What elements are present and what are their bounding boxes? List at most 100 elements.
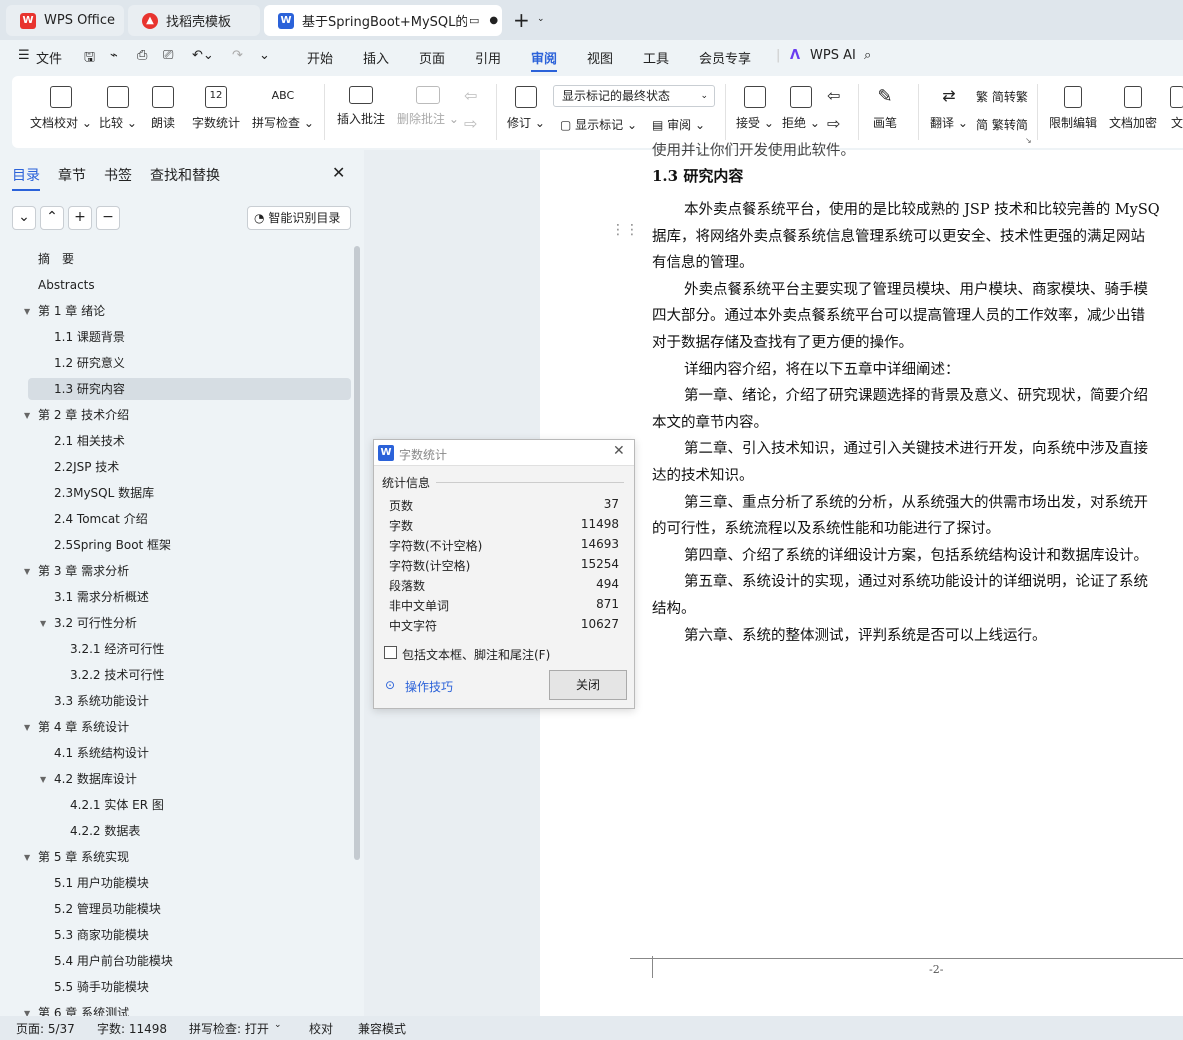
markup-mode-select[interactable]: 显示标记的最终状态 ⌄	[553, 85, 715, 107]
expand-arrow-icon[interactable]: ▼	[24, 723, 30, 732]
remove-heading-button[interactable]: −	[96, 206, 120, 230]
toc-item[interactable]: 第 5 章 系统实现	[0, 846, 350, 868]
toc-item[interactable]: 4.1 系统结构设计	[0, 742, 350, 764]
toc-item[interactable]: 2.4 Tomcat 介绍	[0, 508, 350, 530]
save-icon[interactable]: 🖫	[84, 48, 95, 70]
unsaved-dot-icon[interactable]: ●	[489, 15, 498, 26]
toc-item[interactable]: 摘 要	[0, 248, 350, 270]
drag-handle-icon[interactable]: ⋮⋮	[611, 222, 639, 238]
expand-arrow-icon[interactable]: ▼	[24, 411, 30, 420]
new-tab-icon[interactable]: +	[513, 8, 530, 32]
nav-tab-find-replace[interactable]: 查找和替换	[150, 165, 220, 185]
toc-item[interactable]: 3.2 可行性分析	[0, 612, 350, 634]
word-count-button[interactable]: 12 字数统计	[192, 86, 240, 131]
next-comment-icon[interactable]: ⇨	[464, 114, 477, 133]
toc-item[interactable]: 第 4 章 系统设计	[0, 716, 350, 738]
translate-button[interactable]: ⇄ 翻译 ⌄	[930, 86, 968, 131]
toc-item[interactable]: 5.5 骑手功能模块	[0, 976, 350, 998]
toc-item[interactable]: 5.1 用户功能模块	[0, 872, 350, 894]
expand-arrow-icon[interactable]: ▼	[40, 619, 46, 628]
show-markup-button[interactable]: ▢ 显示标记 ⌄	[560, 116, 637, 133]
next-change-icon[interactable]: ⇨	[827, 114, 840, 133]
close-button[interactable]: 关闭	[549, 670, 627, 700]
toc-scrollbar[interactable]	[354, 246, 360, 860]
status-page[interactable]: 页面: 5/37	[16, 1020, 75, 1037]
add-heading-button[interactable]: +	[68, 206, 92, 230]
dialog-titlebar[interactable]: W 字数统计 ✕	[374, 440, 634, 466]
status-proof[interactable]: 校对	[309, 1020, 333, 1037]
reject-button[interactable]: 拒绝 ⌄	[782, 86, 820, 131]
quick-access-more-icon[interactable]: ⌄	[259, 48, 270, 63]
expand-up-button[interactable]: ⌃	[40, 206, 64, 230]
spell-check-button[interactable]: ABC 拼写检查 ⌄	[252, 86, 314, 131]
menu-reference[interactable]: 引用	[475, 48, 501, 67]
tab-wps-office[interactable]: W WPS Office	[6, 5, 124, 36]
print-icon[interactable]: ⎙	[137, 48, 147, 63]
toc-item[interactable]: 3.3 系统功能设计	[0, 690, 350, 712]
expand-arrow-icon[interactable]: ▼	[24, 567, 30, 576]
dialog-launcher-icon[interactable]: ↘	[1025, 136, 1032, 145]
toc-item[interactable]: 4.2 数据库设计	[0, 768, 350, 790]
close-icon[interactable]: ✕	[613, 443, 625, 459]
menu-insert[interactable]: 插入	[363, 48, 389, 67]
expand-arrow-icon[interactable]: ▼	[40, 775, 46, 784]
review-pane-button[interactable]: ▤ 审阅 ⌄	[652, 116, 705, 133]
toc-item[interactable]: 5.4 用户前台功能模块	[0, 950, 350, 972]
link-icon[interactable]: ⌁	[110, 48, 118, 63]
toc-item[interactable]: 1.3 研究内容	[28, 378, 351, 400]
menu-view[interactable]: 视图	[587, 48, 613, 67]
tips-link[interactable]: 操作技巧	[405, 678, 453, 695]
toc-item[interactable]: 3.2.1 经济可行性	[0, 638, 350, 660]
restrict-editing-button[interactable]: 限制编辑	[1049, 86, 1097, 131]
toc-item[interactable]: Abstracts	[0, 274, 350, 296]
toc-item[interactable]: 5.3 商家功能模块	[0, 924, 350, 946]
to-traditional-button[interactable]: 繁 简转繁	[976, 88, 1028, 105]
to-simplified-button[interactable]: 简 繁转简	[976, 116, 1028, 133]
document-page[interactable]: 使用并让你们开发使用此软件。 1.3 研究内容 本外卖点餐系统平台，使用的是比较…	[540, 143, 1183, 1016]
proofread-button[interactable]: 文档校对 ⌄	[30, 86, 92, 131]
track-changes-button[interactable]: 修订 ⌄	[507, 86, 545, 131]
pen-button[interactable]: ✎ 画笔	[873, 86, 897, 131]
menu-member[interactable]: 会员专享	[699, 48, 751, 67]
collapse-all-button[interactable]: ⌄	[12, 206, 36, 230]
more-ribbon-button[interactable]: 文	[1170, 86, 1183, 131]
chevron-down-icon[interactable]: ⌄	[537, 14, 545, 24]
menu-file[interactable]: 文件	[36, 48, 62, 67]
close-pane-icon[interactable]: ✕	[332, 163, 345, 182]
undo-icon[interactable]: ↶⌄	[192, 48, 214, 63]
toc-item[interactable]: 第 3 章 需求分析	[0, 560, 350, 582]
toc-item[interactable]: 1.2 研究意义	[0, 352, 350, 374]
toc-item[interactable]: 1.1 课题背景	[0, 326, 350, 348]
nav-tab-chapters[interactable]: 章节	[58, 165, 86, 185]
nav-tab-toc[interactable]: 目录	[12, 165, 40, 191]
insert-comment-button[interactable]: 插入批注	[337, 86, 385, 127]
toc-item[interactable]: 2.2JSP 技术	[0, 456, 350, 478]
menu-wps-ai[interactable]: WPS AI	[810, 48, 856, 63]
tab-docer[interactable]: ▲ 找稻壳模板	[128, 5, 260, 36]
include-textbox-checkbox[interactable]	[384, 646, 397, 659]
toc-item[interactable]: 4.2.2 数据表	[0, 820, 350, 842]
read-aloud-button[interactable]: 朗读	[151, 86, 175, 131]
expand-arrow-icon[interactable]: ▼	[24, 853, 30, 862]
menu-page[interactable]: 页面	[419, 48, 445, 67]
toc-item[interactable]: 3.1 需求分析概述	[0, 586, 350, 608]
search-icon[interactable]: ⌕	[864, 48, 871, 63]
previous-change-icon[interactable]: ⇦	[827, 86, 840, 105]
toc-item[interactable]: 3.2.2 技术可行性	[0, 664, 350, 686]
smart-toc-button[interactable]: ◔ 智能识别目录	[247, 206, 351, 230]
encrypt-doc-button[interactable]: 文档加密	[1109, 86, 1157, 131]
expand-arrow-icon[interactable]: ▼	[24, 1009, 30, 1016]
compare-button[interactable]: 比较 ⌄	[99, 86, 137, 131]
toc-item[interactable]: 2.1 相关技术	[0, 430, 350, 452]
toc-item[interactable]: 第 1 章 绪论	[0, 300, 350, 322]
hamburger-icon[interactable]: ☰	[18, 48, 30, 63]
toc-item[interactable]: 5.2 管理员功能模块	[0, 898, 350, 920]
nav-tab-bookmarks[interactable]: 书签	[104, 165, 132, 185]
menu-tools[interactable]: 工具	[643, 48, 669, 67]
menu-start[interactable]: 开始	[307, 48, 333, 67]
toc-item[interactable]: 2.5Spring Boot 框架	[0, 534, 350, 556]
toc-item[interactable]: 第 6 章 系统测试	[0, 1002, 350, 1016]
menu-review[interactable]: 审阅	[531, 48, 558, 72]
status-word-count[interactable]: 字数: 11498	[97, 1020, 167, 1037]
toc-item[interactable]: 2.3MySQL 数据库	[0, 482, 350, 504]
